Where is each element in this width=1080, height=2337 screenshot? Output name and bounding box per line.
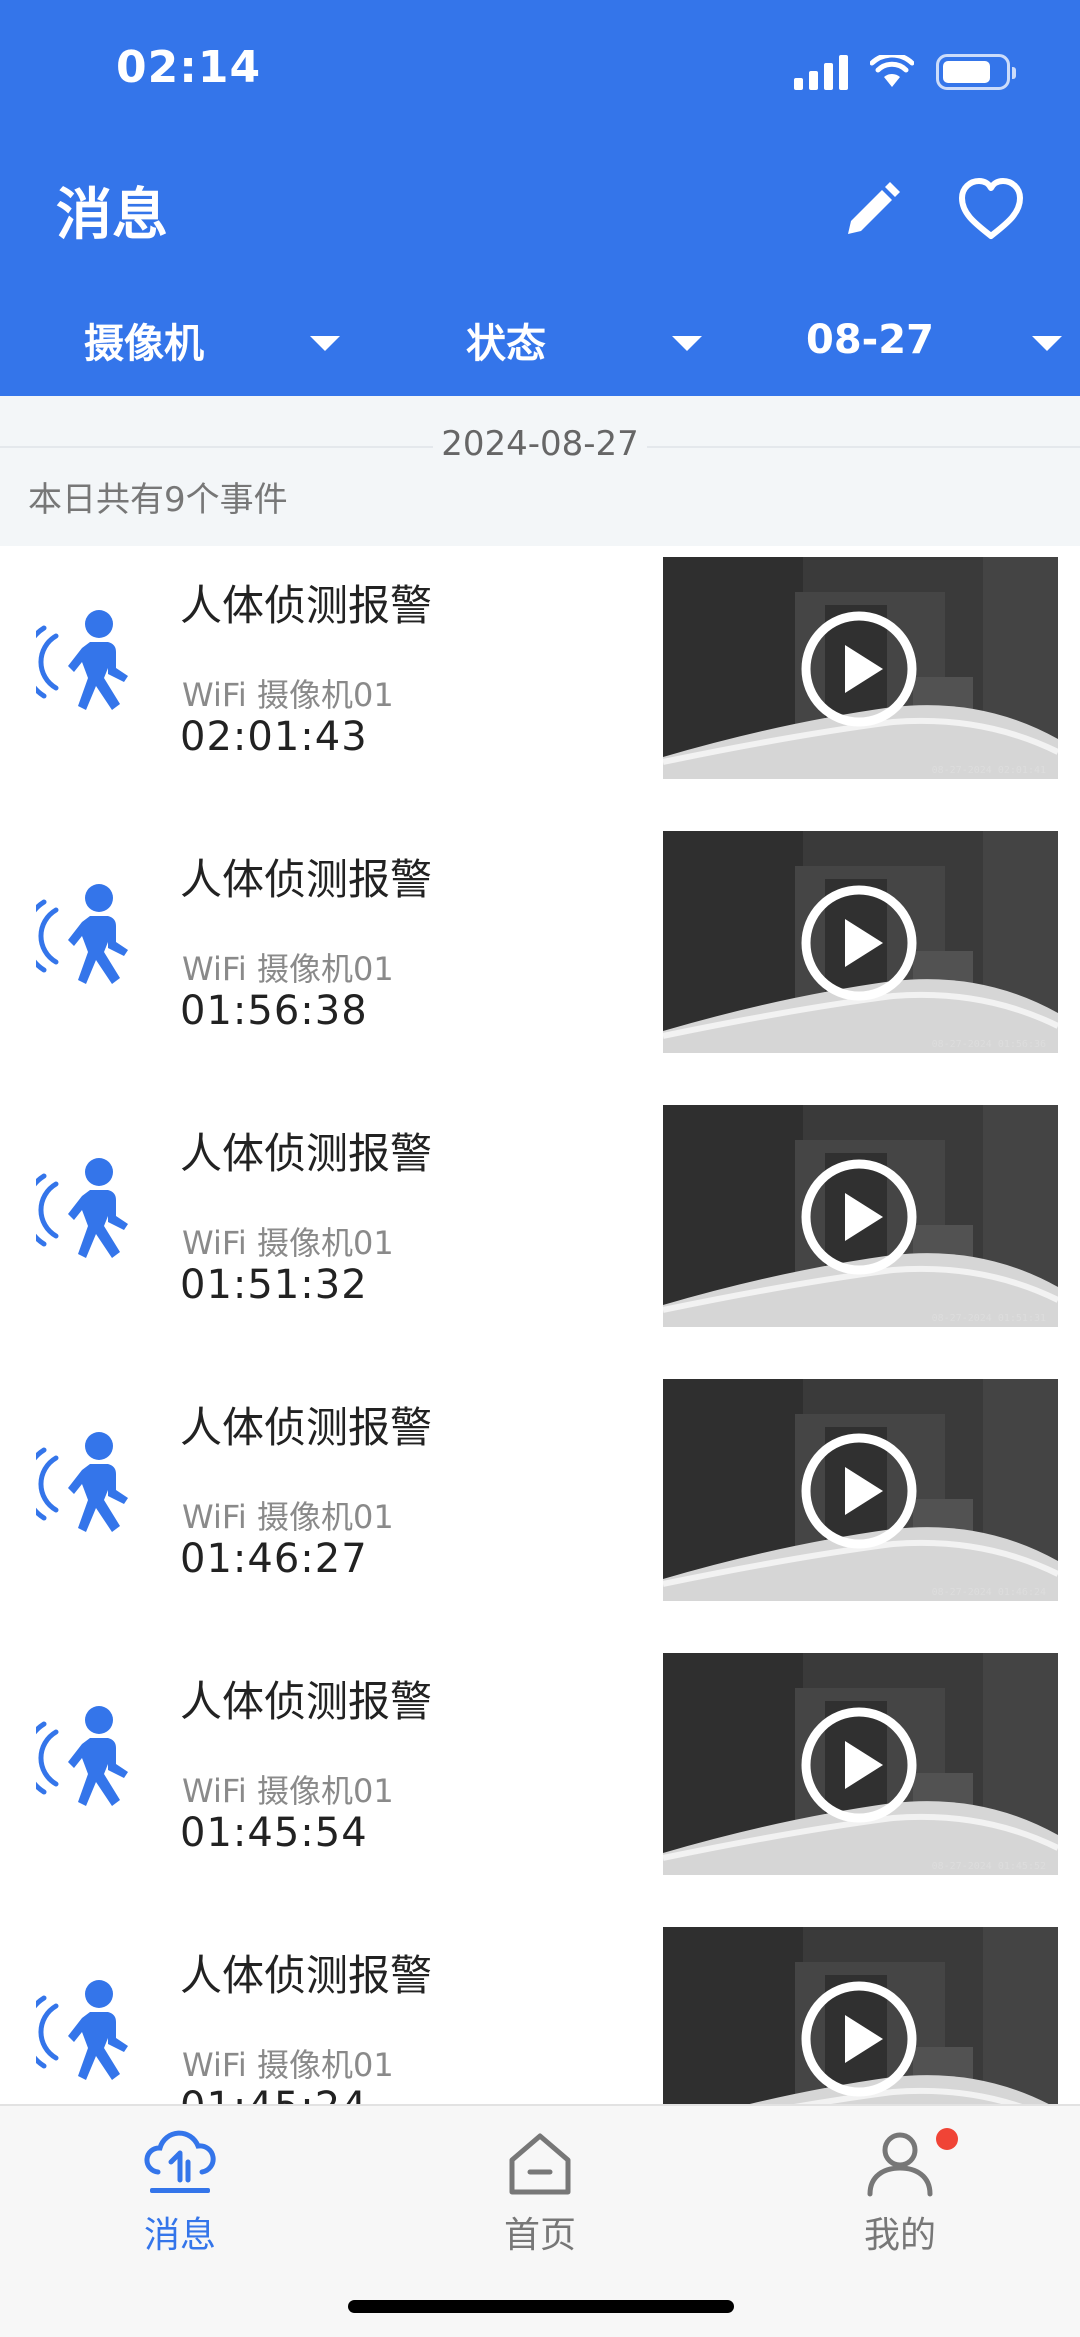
event-count-summary: 本日共有9个事件 xyxy=(28,480,288,520)
video-thumbnail[interactable]: 08-27-2024 01:45:52 xyxy=(663,1653,1058,1875)
event-camera-name: WiFi 摄像机01 xyxy=(182,1498,394,1536)
filter-date-label: 08-27 xyxy=(806,317,934,363)
wifi-icon xyxy=(870,55,914,87)
motion-person-icon xyxy=(36,610,128,710)
video-timestamp: 08-27-2024 01:51:31 xyxy=(931,1313,1046,1324)
event-list: 人体侦测报警 WiFi 摄像机01 02:01:43 08-27-2024 02… xyxy=(0,546,1080,2104)
event-title: 人体侦测报警 xyxy=(180,855,433,904)
status-icons xyxy=(794,52,1016,92)
event-camera-name: WiFi 摄像机01 xyxy=(182,2046,394,2084)
video-thumbnail[interactable]: 08-27-2024 01:56:36 xyxy=(663,831,1058,1053)
notification-badge xyxy=(936,2128,958,2150)
date-label: 2024-08-27 xyxy=(0,424,1080,464)
cellular-signal-icon xyxy=(794,54,848,90)
event-row[interactable]: 人体侦测报警 WiFi 摄像机01 01:45:24 xyxy=(0,1916,1080,2104)
event-row[interactable]: 人体侦测报警 WiFi 摄像机01 02:01:43 08-27-2024 02… xyxy=(0,546,1080,820)
tab-home[interactable]: 首页 xyxy=(440,2106,640,2256)
play-icon[interactable] xyxy=(799,609,919,729)
event-row[interactable]: 人体侦测报警 WiFi 摄像机01 01:56:38 08-27-2024 01… xyxy=(0,820,1080,1094)
video-timestamp: 08-27-2024 01:45:52 xyxy=(931,1861,1046,1872)
cloud-upload-icon xyxy=(144,2130,216,2193)
tab-messages-label: 消息 xyxy=(143,2215,216,2256)
messages-screen: 02:14 消息 摄像机 状态 08-27 2024-08-27 本日共有9个事… xyxy=(0,0,1080,2337)
play-icon[interactable] xyxy=(799,1979,919,2099)
play-icon[interactable] xyxy=(799,1705,919,1825)
status-time: 02:14 xyxy=(116,42,262,93)
filter-status-label: 状态 xyxy=(466,321,546,367)
event-camera-name: WiFi 摄像机01 xyxy=(182,950,394,988)
play-icon[interactable] xyxy=(799,883,919,1003)
event-row[interactable]: 人体侦测报警 WiFi 摄像机01 01:51:32 08-27-2024 01… xyxy=(0,1094,1080,1368)
event-camera-name: WiFi 摄像机01 xyxy=(182,676,394,714)
user-icon xyxy=(867,2132,933,2197)
caret-down-icon xyxy=(672,336,702,351)
event-time: 01:45:24 xyxy=(180,2084,368,2104)
caret-down-icon xyxy=(1032,336,1062,351)
tab-profile[interactable]: 我的 xyxy=(800,2106,1000,2256)
filter-bar: 摄像机 状态 08-27 xyxy=(0,300,1080,390)
filter-date[interactable]: 08-27 xyxy=(806,300,1076,380)
filter-camera[interactable]: 摄像机 xyxy=(84,300,354,380)
video-thumbnail[interactable] xyxy=(663,1927,1058,2104)
event-title: 人体侦测报警 xyxy=(180,1951,433,2000)
motion-person-icon xyxy=(36,884,128,984)
event-time: 01:51:32 xyxy=(180,1262,368,1308)
motion-person-icon xyxy=(36,1980,128,2080)
play-icon[interactable] xyxy=(799,1157,919,1277)
event-camera-name: WiFi 摄像机01 xyxy=(182,1224,394,1262)
motion-person-icon xyxy=(36,1158,128,1258)
event-title: 人体侦测报警 xyxy=(180,1403,433,1452)
app-header: 02:14 消息 摄像机 状态 08-27 xyxy=(0,0,1080,396)
house-icon xyxy=(509,2133,571,2195)
event-time: 02:01:43 xyxy=(180,714,368,760)
event-time: 01:45:54 xyxy=(180,1810,368,1856)
motion-person-icon xyxy=(36,1706,128,1806)
play-icon[interactable] xyxy=(799,1431,919,1551)
heart-icon[interactable] xyxy=(956,176,1026,242)
battery-icon xyxy=(936,54,1016,90)
tab-profile-label: 我的 xyxy=(863,2215,936,2256)
filter-camera-label: 摄像机 xyxy=(84,321,204,367)
video-thumbnail[interactable]: 08-27-2024 01:46:24 xyxy=(663,1379,1058,1601)
video-thumbnail[interactable]: 08-27-2024 02:01:41 xyxy=(663,557,1058,779)
event-row[interactable]: 人体侦测报警 WiFi 摄像机01 01:46:27 08-27-2024 01… xyxy=(0,1368,1080,1642)
video-thumbnail[interactable]: 08-27-2024 01:51:31 xyxy=(663,1105,1058,1327)
event-row[interactable]: 人体侦测报警 WiFi 摄像机01 01:45:54 08-27-2024 01… xyxy=(0,1642,1080,1916)
event-title: 人体侦测报警 xyxy=(180,1129,433,1178)
filter-status[interactable]: 状态 xyxy=(466,300,716,380)
page-title: 消息 xyxy=(56,183,168,248)
date-section-header: 2024-08-27 本日共有9个事件 xyxy=(0,396,1080,546)
tab-home-label: 首页 xyxy=(503,2215,576,2256)
video-timestamp: 08-27-2024 01:56:36 xyxy=(931,1039,1046,1050)
event-time: 01:56:38 xyxy=(180,988,368,1034)
event-camera-name: WiFi 摄像机01 xyxy=(182,1772,394,1810)
pencil-icon[interactable] xyxy=(838,178,904,244)
event-title: 人体侦测报警 xyxy=(180,1677,433,1726)
event-time: 01:46:27 xyxy=(180,1536,368,1582)
video-timestamp: 08-27-2024 01:46:24 xyxy=(931,1587,1046,1598)
home-indicator xyxy=(348,2300,734,2313)
caret-down-icon xyxy=(310,336,340,351)
event-title: 人体侦测报警 xyxy=(180,581,433,630)
video-timestamp: 08-27-2024 02:01:41 xyxy=(931,765,1046,776)
motion-person-icon xyxy=(36,1432,128,1532)
tab-messages[interactable]: 消息 xyxy=(80,2106,280,2256)
